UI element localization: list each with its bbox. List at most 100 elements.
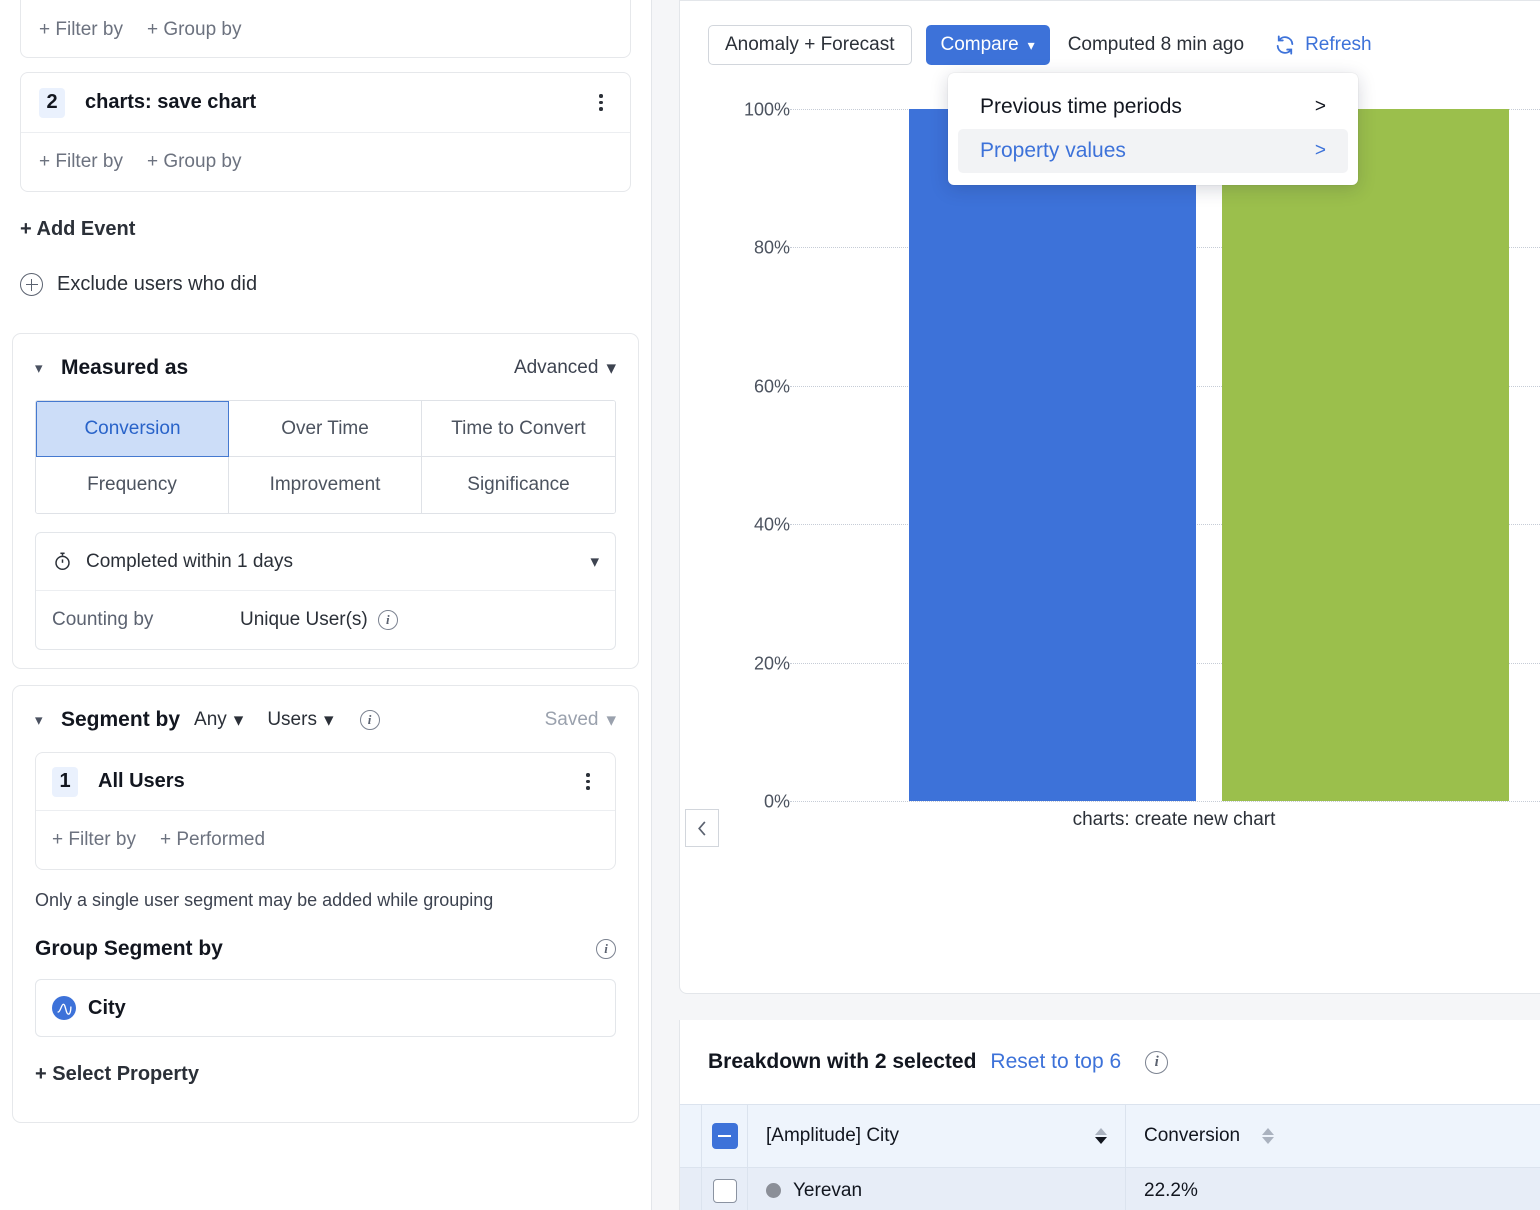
event-index-badge: 2 [39, 87, 65, 118]
ytick-label-40: 40% [753, 514, 790, 535]
measure-option-significance[interactable]: Significance [422, 457, 615, 513]
chevron-down-icon: ▾ [233, 709, 244, 731]
table-col-city[interactable]: [Amplitude] City [748, 1105, 1126, 1167]
segment-any-dropdown[interactable]: Any ▾ [194, 709, 243, 732]
sort-icon[interactable] [1095, 1128, 1107, 1144]
menu-item-previous-time-periods[interactable]: Previous time periods > [958, 85, 1348, 129]
segment-note: Only a single user segment may be added … [35, 890, 494, 910]
group-property-row[interactable]: City [35, 979, 616, 1037]
ytick-label-80: 80% [753, 237, 790, 258]
event-more-menu-icon[interactable] [590, 94, 612, 111]
left-config-panel: + Filter by + Group by 2 charts: save ch… [0, 0, 652, 1210]
event-header: 2 charts: save chart [21, 73, 630, 133]
measure-option-time-to-convert[interactable]: Time to Convert [422, 401, 615, 457]
chevron-down-icon: ▾ [606, 709, 616, 731]
indeterminate-checkbox[interactable] [711, 1123, 738, 1149]
reset-to-top-link[interactable]: Reset to top 6 [990, 1050, 1121, 1074]
computed-timestamp: Computed 8 min ago [1067, 34, 1245, 55]
table-cell-city-value: Yerevan [793, 1179, 863, 1201]
table-row[interactable]: Yerevan 22.2% [680, 1168, 1540, 1210]
menu-item-label: Previous time periods [980, 95, 1182, 118]
group-by-link[interactable]: + Group by [147, 151, 242, 173]
event-title[interactable]: charts: save chart [85, 91, 590, 114]
chevron-down-icon[interactable]: ▾ [35, 359, 47, 377]
group-by-link[interactable]: + Group by [147, 19, 242, 41]
segment-users-dropdown[interactable]: Users ▾ [267, 709, 333, 732]
table-col-conversion-label: Conversion [1144, 1125, 1241, 1146]
table-col-city-label: [Amplitude] City [766, 1125, 900, 1146]
chevron-down-icon[interactable]: ▾ [35, 711, 47, 729]
exclude-users-label: Exclude users who did [57, 273, 258, 295]
ytick-label-100: 100% [743, 99, 790, 120]
chart-bar-series-b[interactable] [1222, 109, 1509, 801]
chart-bar-series-a[interactable] [909, 109, 1196, 801]
chart-axis-area: 100% 80% 60% 40% 20% 0% [744, 91, 1540, 881]
measure-option-conversion[interactable]: Conversion [36, 401, 229, 457]
anomaly-forecast-button[interactable]: Anomaly + Forecast [708, 25, 912, 65]
segment-more-menu-icon[interactable] [577, 773, 599, 790]
ytick-label-0: 0% [763, 791, 790, 812]
sort-icon[interactable] [1262, 1128, 1275, 1144]
chart-toolbar: Anomaly + Forecast Compare ▾ Computed 8 … [680, 1, 1540, 65]
row-checkbox[interactable] [712, 1178, 737, 1203]
menu-item-property-values[interactable]: Property values > [958, 129, 1348, 173]
counting-by-label: Counting by [52, 609, 154, 630]
measure-type-grid: Conversion Over Time Time to Convert Fre… [35, 400, 616, 514]
event-previous-subrow: + Filter by + Group by [21, 1, 630, 59]
breakdown-header: Breakdown with 2 selected Reset to top 6… [680, 1020, 1540, 1104]
event-block-2: 2 charts: save chart + Filter by + Group… [20, 72, 631, 192]
group-segment-by-header: Group Segment by i [13, 915, 638, 967]
amplitude-logo-icon [52, 996, 76, 1020]
info-icon[interactable]: i [377, 610, 398, 630]
completed-within-row[interactable]: Completed within 1 days ▾ [36, 533, 615, 591]
plus-circle-icon [20, 273, 43, 296]
table-cell-city: Yerevan [748, 1168, 1126, 1210]
gridline: 0% [764, 792, 1540, 812]
compare-button[interactable]: Compare ▾ [925, 25, 1050, 65]
filter-by-link[interactable]: + Filter by [39, 151, 123, 173]
performed-link[interactable]: + Performed [160, 829, 265, 851]
chevron-right-icon: > [1314, 96, 1326, 117]
measure-option-over-time[interactable]: Over Time [229, 401, 422, 457]
chart-x-axis-label: charts: create new chart [1072, 809, 1276, 830]
refresh-button[interactable]: Refresh [1274, 34, 1372, 56]
chevron-down-icon: ▾ [590, 551, 599, 571]
measure-option-frequency[interactable]: Frequency [36, 457, 229, 513]
chevron-left-icon [697, 820, 706, 836]
counting-by-value[interactable]: Unique User(s) [240, 609, 368, 631]
table-col-conversion[interactable]: Conversion [1126, 1105, 1540, 1167]
segment-by-title: Segment by [61, 708, 181, 731]
segment-index-badge: 1 [52, 766, 78, 797]
info-icon[interactable]: i [359, 710, 380, 730]
collapse-panel-button[interactable] [685, 809, 719, 847]
add-event-button[interactable]: + Add Event [0, 192, 651, 251]
measured-as-header: ▾ Measured as Advanced ▾ [13, 334, 638, 392]
saved-dropdown[interactable]: Saved ▾ [545, 709, 616, 732]
group-property-name: City [88, 996, 126, 1019]
segment-name[interactable]: All Users [98, 770, 577, 793]
chevron-right-icon: > [1314, 140, 1326, 161]
info-icon[interactable]: i [596, 939, 616, 959]
table-cell-conversion: 22.2% [1144, 1179, 1198, 1201]
chart-plot: 100% 80% 60% 40% 20% 0% charts: create n… [680, 91, 1540, 881]
refresh-label: Refresh [1305, 34, 1372, 55]
measure-option-improvement[interactable]: Improvement [229, 457, 422, 513]
filter-by-link[interactable]: + Filter by [39, 19, 123, 41]
event-subrow: + Filter by + Group by [21, 133, 630, 191]
advanced-dropdown[interactable]: Advanced ▾ [514, 357, 616, 380]
table-row-spacer [680, 1168, 702, 1210]
table-row-checkbox-cell[interactable] [702, 1168, 748, 1210]
group-segment-by-title: Group Segment by [35, 937, 223, 960]
app-root: + Filter by + Group by 2 charts: save ch… [0, 0, 1540, 1210]
table-select-all-cell[interactable] [702, 1105, 748, 1167]
saved-label: Saved [544, 709, 599, 730]
filter-by-link[interactable]: + Filter by [52, 829, 136, 851]
select-property-button[interactable]: + Select Property [13, 1037, 638, 1096]
segment-by-card: ▾ Segment by Any ▾ Users ▾ i Saved ▾ 1 A… [12, 685, 639, 1123]
completed-within-label: Completed within 1 days [86, 550, 293, 572]
info-icon[interactable]: i [1145, 1050, 1169, 1074]
compare-dropdown-menu: Previous time periods > Property values … [948, 73, 1358, 185]
chevron-down-icon: ▾ [606, 357, 616, 379]
exclude-users-row[interactable]: Exclude users who did [0, 251, 651, 322]
chevron-down-icon: ▾ [323, 709, 334, 731]
